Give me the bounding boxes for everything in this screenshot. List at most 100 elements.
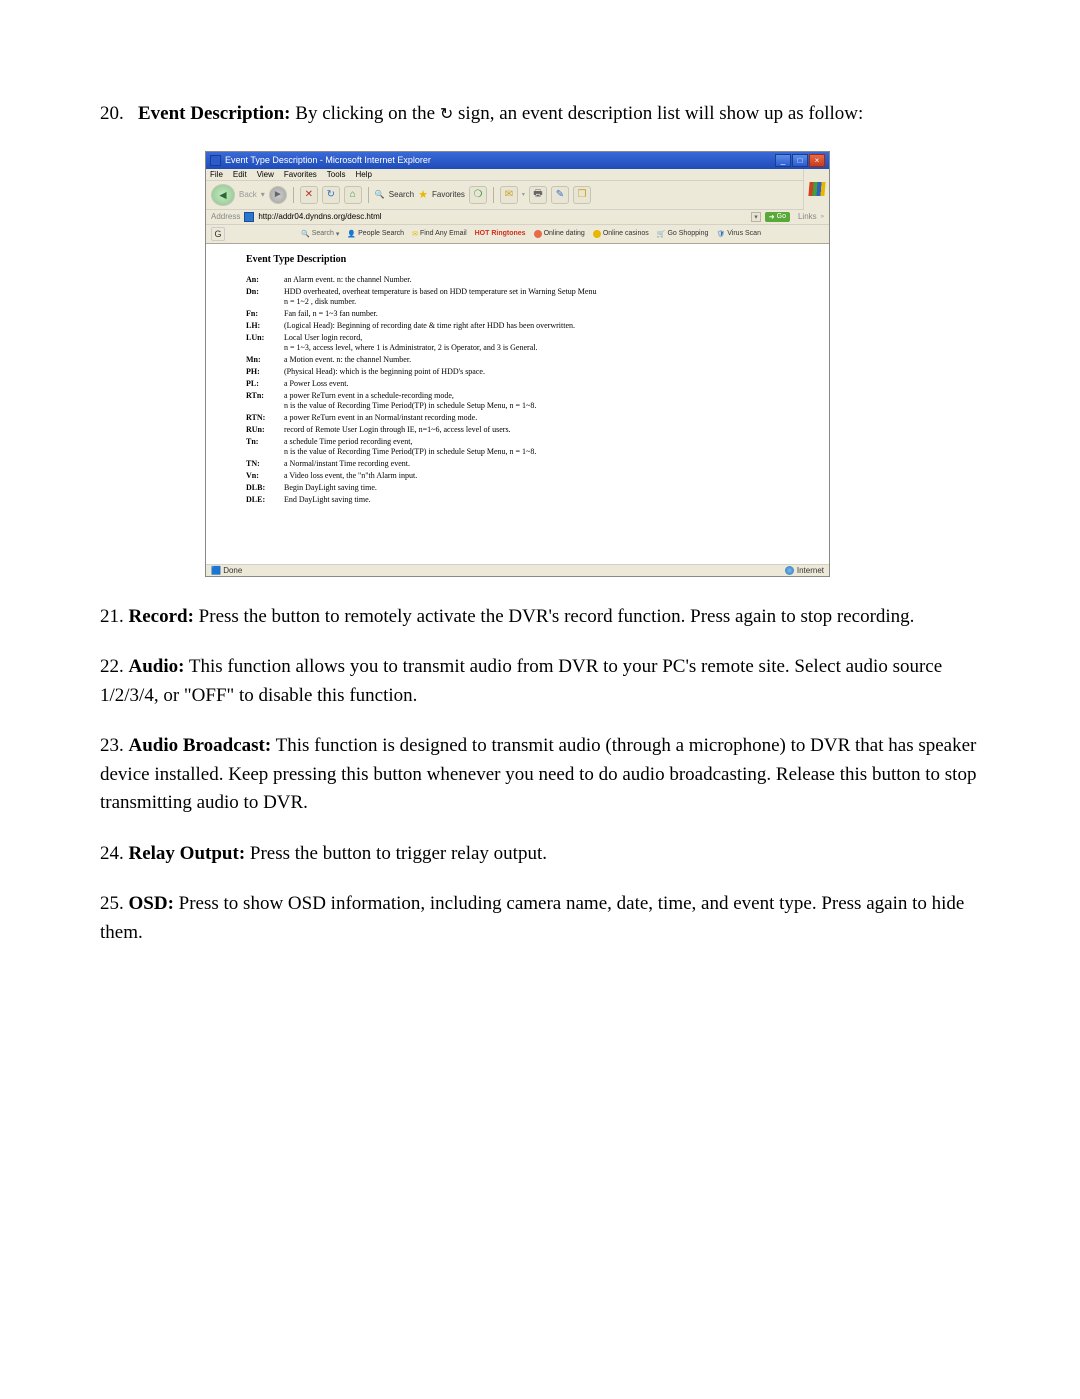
- page-content: Event Type Description An:an Alarm event…: [206, 244, 829, 564]
- event-code: RUn:: [246, 425, 284, 434]
- refresh-button[interactable]: ↻: [322, 186, 340, 204]
- address-url[interactable]: http://addr04.dyndns.org/desc.html: [258, 212, 747, 221]
- event-code: Mn:: [246, 355, 284, 364]
- status-zone: Internet: [785, 566, 824, 575]
- menu-file[interactable]: File: [210, 170, 223, 179]
- address-dropdown[interactable]: ▾: [751, 212, 761, 222]
- event-row: TN:a Normal/instant Time recording event…: [246, 459, 789, 469]
- ie-icon: [210, 155, 221, 166]
- page-icon: [244, 212, 254, 222]
- window-title: Event Type Description - Microsoft Inter…: [225, 155, 431, 165]
- item-24: 24. Relay Output: Press the button to tr…: [100, 840, 980, 869]
- item-title: Record:: [129, 606, 194, 627]
- status-bar: 🟦 Done Internet: [206, 564, 829, 576]
- event-desc: an Alarm event. n: the channel Number.: [284, 275, 412, 285]
- address-bar: Address http://addr04.dyndns.org/desc.ht…: [206, 210, 829, 225]
- item-num: 21.: [100, 606, 124, 627]
- maximize-button[interactable]: □: [792, 154, 808, 167]
- event-code: An:: [246, 275, 284, 284]
- search-dropdown[interactable]: 🔍 Search ▾: [301, 230, 339, 238]
- menu-favorites[interactable]: Favorites: [284, 170, 317, 179]
- event-row: Vn:a Video loss event, the "n"th Alarm i…: [246, 471, 789, 481]
- event-desc: a Power Loss event.: [284, 379, 348, 389]
- event-desc: a Motion event. n: the channel Number.: [284, 355, 411, 365]
- shopping-link[interactable]: 🛒Go Shopping: [657, 230, 709, 238]
- minimize-button[interactable]: _: [775, 154, 791, 167]
- event-table: An:an Alarm event. n: the channel Number…: [246, 275, 789, 505]
- item-num: 23.: [100, 735, 124, 756]
- event-code: Dn:: [246, 287, 284, 296]
- item-22: 22. Audio: This function allows you to t…: [100, 653, 980, 710]
- dating-link[interactable]: Online dating: [534, 230, 585, 238]
- address-label: Address: [211, 212, 240, 221]
- toolbar: ◄ Back ▾ ► ✕ ↻ ⌂ 🔍 Search ★ Favorites ❍ …: [206, 181, 803, 210]
- item-title: OSD:: [129, 893, 174, 914]
- event-row: Mn:a Motion event. n: the channel Number…: [246, 355, 789, 365]
- find-email-link[interactable]: ✉Find Any Email: [412, 230, 467, 238]
- forward-button[interactable]: ►: [269, 186, 287, 204]
- item-body: Press to show OSD information, including…: [100, 893, 964, 943]
- menu-tools[interactable]: Tools: [327, 170, 346, 179]
- event-desc: a power ReTurn event in a schedule-recor…: [284, 391, 536, 411]
- google-icon[interactable]: G: [211, 227, 225, 241]
- event-desc: a Normal/instant Time recording event.: [284, 459, 410, 469]
- refresh-icon: ↻: [440, 103, 453, 127]
- content-title: Event Type Description: [246, 254, 789, 265]
- ie-titlebar: Event Type Description - Microsoft Inter…: [206, 152, 829, 169]
- stop-button[interactable]: ✕: [300, 186, 318, 204]
- ringtones-link[interactable]: HOT Ringtones: [475, 230, 526, 237]
- menu-view[interactable]: View: [257, 170, 274, 179]
- home-button[interactable]: ⌂: [344, 186, 362, 204]
- menu-edit[interactable]: Edit: [233, 170, 247, 179]
- event-desc: HDD overheated, overheat temperature is …: [284, 287, 596, 307]
- window-buttons: _ □ ×: [775, 154, 825, 167]
- item-num: 24.: [100, 843, 124, 864]
- item-20: 20. Event Description: By clicking on th…: [100, 100, 980, 129]
- item-title: Relay Output:: [129, 843, 246, 864]
- history-button[interactable]: ❍: [469, 186, 487, 204]
- event-row: LUn:Local User login record,n = 1~3, acc…: [246, 333, 789, 353]
- discuss-button[interactable]: ❐: [573, 186, 591, 204]
- back-button[interactable]: ◄: [211, 184, 235, 206]
- event-desc: a power ReTurn event in an Normal/instan…: [284, 413, 477, 423]
- item-body-a: By clicking on the: [291, 103, 440, 124]
- status-text: 🟦 Done: [211, 566, 242, 575]
- item-21: 21. Record: Press the button to remotely…: [100, 603, 980, 632]
- event-row: RUn:record of Remote User Login through …: [246, 425, 789, 435]
- item-body: Press the button to remotely activate th…: [194, 606, 915, 627]
- event-desc: Fan fail, n = 1~3 fan number.: [284, 309, 378, 319]
- favorites-label[interactable]: Favorites: [432, 190, 465, 199]
- event-desc: (Physical Head): which is the beginning …: [284, 367, 485, 377]
- item-num: 22.: [100, 656, 124, 677]
- event-row: PH:(Physical Head): which is the beginni…: [246, 367, 789, 377]
- print-button[interactable]: 🖶: [529, 186, 547, 204]
- event-code: DLE:: [246, 495, 284, 504]
- event-code: LH:: [246, 321, 284, 330]
- menubar: File Edit View Favorites Tools Help: [206, 169, 803, 181]
- close-button[interactable]: ×: [809, 154, 825, 167]
- event-row: Fn:Fan fail, n = 1~3 fan number.: [246, 309, 789, 319]
- event-code: RTn:: [246, 391, 284, 400]
- search-toolbar: G 🔍 Search ▾ 👤People Search ✉Find Any Em…: [206, 225, 829, 244]
- item-body: This function allows you to transmit aud…: [100, 656, 942, 706]
- event-row: Dn:HDD overheated, overheat temperature …: [246, 287, 789, 307]
- event-desc: (Logical Head): Beginning of recording d…: [284, 321, 575, 331]
- links-label[interactable]: Links: [798, 212, 817, 221]
- casinos-link[interactable]: Online casinos: [593, 230, 649, 238]
- item-num: 20.: [100, 103, 124, 124]
- search-label[interactable]: Search: [389, 190, 414, 199]
- people-search-link[interactable]: 👤People Search: [347, 230, 404, 238]
- item-body-b: sign, an event description list will sho…: [453, 103, 863, 124]
- event-code: Fn:: [246, 309, 284, 318]
- windows-flag-icon: [808, 182, 825, 196]
- go-button[interactable]: ➜ Go: [765, 212, 790, 222]
- event-row: RTn:a power ReTurn event in a schedule-r…: [246, 391, 789, 411]
- menu-help[interactable]: Help: [355, 170, 371, 179]
- virus-scan-link[interactable]: 🛡Virus Scan: [716, 230, 761, 238]
- event-code: LUn:: [246, 333, 284, 342]
- event-desc: a Video loss event, the "n"th Alarm inpu…: [284, 471, 417, 481]
- edit-button[interactable]: ✎: [551, 186, 569, 204]
- mail-button[interactable]: ✉: [500, 186, 518, 204]
- event-row: PL:a Power Loss event.: [246, 379, 789, 389]
- event-row: RTN:a power ReTurn event in an Normal/in…: [246, 413, 789, 423]
